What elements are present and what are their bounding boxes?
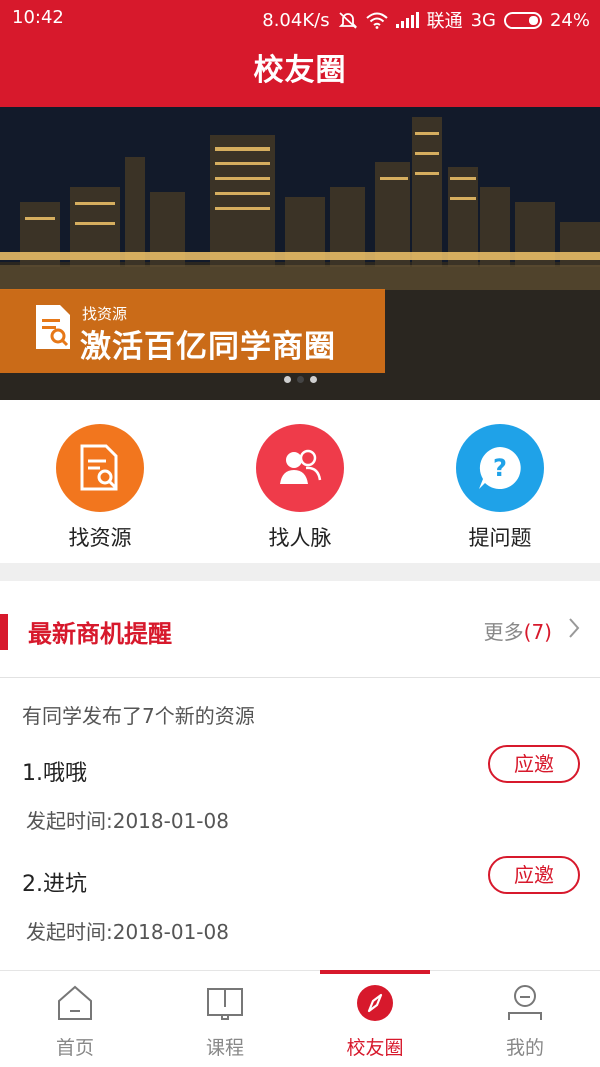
item-time: 发起时间:2018-01-08 [26, 920, 229, 944]
question-icon: ? [456, 424, 544, 512]
bottom-tab-bar: 首页 课程 校友圈 我的 [0, 970, 600, 1067]
document-search-icon [36, 305, 70, 349]
active-tab-indicator [320, 970, 430, 974]
network-type: 3G [470, 9, 496, 31]
item-name: 1.哦哦 [22, 761, 87, 786]
mute-alarm-icon [338, 12, 357, 29]
status-time: 10:42 [12, 7, 64, 28]
item-time: 发起时间:2018-01-08 [26, 809, 229, 833]
banner-pagination [284, 376, 317, 383]
section-title: 最新商机提醒 [28, 620, 172, 648]
quick-actions: 找资源 找人脉 ? 提问题 [0, 400, 600, 563]
more-label: 更多 [483, 620, 524, 644]
quick-action-question[interactable]: ? 提问题 [430, 424, 570, 552]
book-icon [207, 988, 243, 1020]
section-accent-bar [0, 614, 8, 650]
signal-icon [395, 12, 419, 28]
battery-icon [503, 11, 542, 29]
quick-action-contacts[interactable]: 找人脉 [230, 424, 370, 552]
quick-action-label: 找资源 [68, 526, 132, 550]
quick-action-label: 提问题 [468, 526, 532, 550]
tab-alumni-circle[interactable]: 校友圈 [300, 970, 450, 1067]
contacts-icon [256, 424, 344, 512]
svg-text:?: ? [493, 454, 507, 482]
banner-headline: 激活百亿同学商圈 [80, 329, 336, 365]
home-icon [58, 985, 92, 1020]
section-divider [0, 563, 600, 581]
more-count: (7) [523, 620, 552, 644]
resource-summary: 有同学发布了7个新的资源 [22, 704, 255, 728]
chevron-right-icon[interactable] [568, 617, 580, 639]
tab-home[interactable]: 首页 [0, 971, 150, 1067]
tab-label: 校友圈 [346, 1037, 404, 1059]
app-header: 校友圈 [0, 35, 600, 107]
more-link[interactable]: 更多(7) [484, 616, 552, 645]
pagination-dot [310, 376, 317, 383]
tab-label: 课程 [205, 1037, 244, 1059]
accept-invite-button[interactable]: 应邀 [488, 745, 580, 783]
network-speed: 8.04K/s [262, 9, 330, 31]
wifi-icon [365, 12, 388, 29]
battery-level: 24% [549, 9, 590, 31]
quick-action-label: 找人脉 [268, 526, 332, 550]
status-indicators: 8.04K/s 联通 3G 24% [262, 7, 590, 33]
accept-invite-button[interactable]: 应邀 [488, 856, 580, 894]
pagination-dot-active [297, 376, 304, 383]
compass-icon [357, 985, 393, 1021]
page-title: 校友圈 [253, 53, 347, 88]
pagination-dot [284, 376, 291, 383]
banner-carousel[interactable]: 找资源 激活百亿同学商圈 [0, 107, 600, 400]
tab-courses[interactable]: 课程 [150, 971, 300, 1067]
tab-label: 首页 [55, 1037, 94, 1059]
find-resource-icon [56, 424, 144, 512]
tab-profile[interactable]: 我的 [450, 971, 600, 1067]
tab-label: 我的 [505, 1037, 544, 1059]
section-header: 最新商机提醒 更多(7) [0, 581, 600, 678]
profile-icon [508, 985, 542, 1020]
carrier-name: 联通 [426, 11, 463, 32]
quick-action-find-resource[interactable]: 找资源 [30, 424, 170, 552]
status-bar: 10:42 8.04K/s 联通 3G 24% [0, 0, 600, 35]
item-name: 2.进坑 [22, 872, 87, 897]
